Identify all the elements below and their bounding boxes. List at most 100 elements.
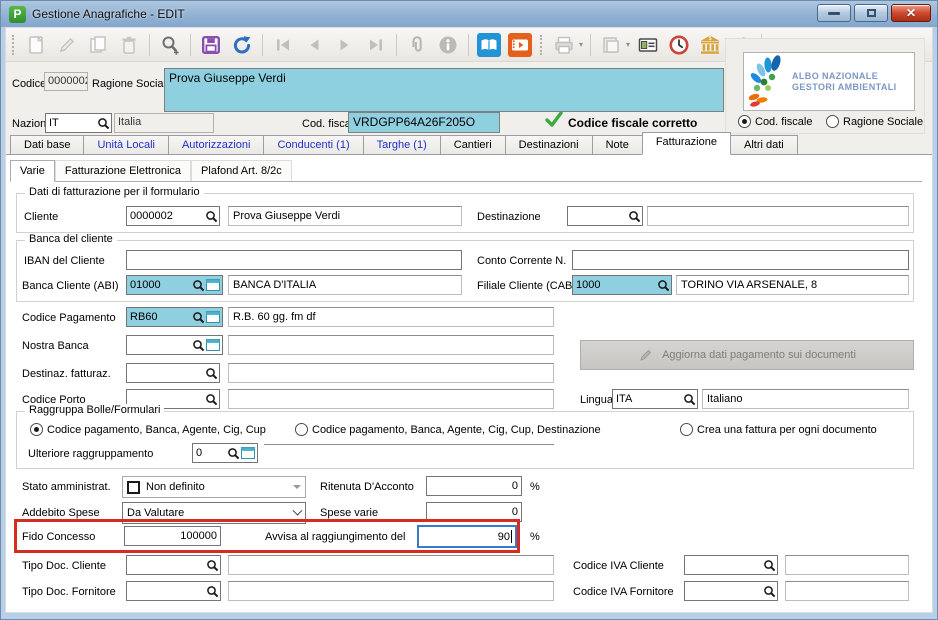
lookup-magnifier-icon[interactable]: [628, 210, 641, 223]
search-mode-ragione-sociale-label: Ragione Sociale: [843, 116, 923, 128]
lookup-magnifier-icon[interactable]: [97, 117, 110, 130]
ragione-sociale-label: Ragione Sociale: [92, 74, 172, 94]
subtab-plafond[interactable]: Plafond Art. 8/2c: [191, 160, 292, 181]
tab-note[interactable]: Note: [592, 135, 642, 155]
spese-varie-input[interactable]: [426, 502, 522, 522]
dropdown-arrow-icon[interactable]: [293, 485, 301, 489]
close-button[interactable]: ✕: [891, 4, 931, 22]
filiale-cab-lookup[interactable]: 1000: [572, 275, 672, 295]
video-tutorial-icon: [508, 33, 532, 57]
chevron-down-icon[interactable]: [293, 505, 303, 515]
spese-varie-label: Spese varie: [320, 503, 378, 523]
tab-altri-dati[interactable]: Altri dati: [731, 135, 798, 155]
lingua-desc: Italiano: [702, 389, 909, 409]
raggruppa-option-3[interactable]: Crea una fattura per ogni documento: [680, 423, 877, 436]
conto-corrente-input[interactable]: [572, 250, 909, 270]
search-icon: [159, 34, 181, 56]
lookup-magnifier-icon[interactable]: [192, 311, 205, 324]
tab-conducenti[interactable]: Conducenti (1): [263, 135, 362, 155]
lookup-magnifier-icon[interactable]: [206, 585, 219, 598]
destinaz-fatturaz-lookup[interactable]: [126, 363, 220, 383]
lingua-label: Lingua: [580, 390, 613, 410]
codice-pagamento-lookup[interactable]: RB60: [126, 307, 223, 327]
tab-dati-base[interactable]: Dati base: [10, 135, 83, 155]
toolbar-separator: [262, 34, 263, 56]
lookup-magnifier-icon[interactable]: [205, 393, 218, 406]
radio-icon[interactable]: [680, 423, 693, 436]
lookup-magnifier-icon[interactable]: [205, 210, 218, 223]
browse-window-icon[interactable]: [205, 311, 221, 323]
search-mode-cod-fiscale[interactable]: Cod. fiscale: [738, 115, 812, 128]
lookup-magnifier-icon[interactable]: [206, 559, 219, 572]
video-tutorial-button[interactable]: [507, 32, 533, 58]
tipo-doc-cliente-lookup[interactable]: [126, 555, 221, 575]
iva-cliente-lookup[interactable]: [684, 555, 778, 575]
manual-button[interactable]: [476, 32, 502, 58]
iva-fornitore-lookup[interactable]: [684, 581, 778, 601]
new-record-icon: [25, 34, 47, 56]
tab-fatturazione[interactable]: Fatturazione: [642, 132, 731, 155]
iva-cliente-label: Codice IVA Cliente: [573, 556, 664, 576]
maximize-button[interactable]: [854, 4, 888, 22]
window-controls: ✕: [817, 1, 931, 27]
subtab-varie[interactable]: Varie: [10, 160, 55, 182]
ritenuta-input[interactable]: [426, 476, 522, 496]
radio-selected-icon[interactable]: [738, 115, 751, 128]
ragione-sociale-field[interactable]: Prova Giuseppe Verdi: [164, 68, 724, 112]
browse-window-icon[interactable]: [205, 339, 221, 351]
browse-window-icon[interactable]: [205, 279, 221, 291]
contact-card-button[interactable]: [635, 32, 661, 58]
new-record-button: [23, 32, 49, 58]
addebito-spese-combo[interactable]: Da Valutare: [122, 502, 306, 524]
codice-label: Codice: [12, 74, 46, 94]
tipo-doc-fornitore-lookup[interactable]: [126, 581, 221, 601]
cod-fiscale-field[interactable]: VRDGPP64A26F205O: [348, 112, 500, 133]
cliente-lookup[interactable]: 0000002: [126, 206, 220, 226]
tab-unita-locali[interactable]: Unità Locali: [83, 135, 167, 155]
clock-button[interactable]: [666, 32, 692, 58]
codice-pagamento-label: Codice Pagamento: [22, 308, 116, 328]
tab-targhe[interactable]: Targhe (1): [363, 135, 440, 155]
refresh-button[interactable]: [229, 32, 255, 58]
iban-input[interactable]: [126, 250, 462, 270]
stato-amministrativo-combo[interactable]: Non definito: [122, 476, 306, 498]
tab-cantieri[interactable]: Cantieri: [440, 135, 505, 155]
lookup-magnifier-icon[interactable]: [192, 339, 205, 352]
avvisa-label: Avvisa al raggiungimento del: [265, 527, 405, 547]
destinazione-lookup[interactable]: [567, 206, 643, 226]
cod-fiscale-status: Codice fiscale corretto: [568, 113, 697, 133]
addebito-spese-value: Da Valutare: [127, 507, 184, 519]
radio-selected-icon[interactable]: [30, 423, 43, 436]
subtab-fatturazione-elettronica[interactable]: Fatturazione Elettronica: [55, 160, 191, 181]
lookup-magnifier-icon[interactable]: [763, 559, 776, 572]
avvisa-input[interactable]: 90: [417, 525, 517, 548]
search-mode-ragione-sociale[interactable]: Ragione Sociale: [826, 115, 923, 128]
checkbox-icon[interactable]: [127, 481, 140, 494]
cliente-desc: Prova Giuseppe Verdi: [228, 206, 462, 226]
tab-autorizzazioni[interactable]: Autorizzazioni: [168, 135, 263, 155]
raggruppa-option-2-label: Codice pagamento, Banca, Agente, Cig, Cu…: [312, 424, 601, 436]
lookup-magnifier-icon[interactable]: [657, 279, 670, 292]
radio-icon[interactable]: [295, 423, 308, 436]
lookup-magnifier-icon[interactable]: [683, 393, 696, 406]
raggruppa-option-2[interactable]: Codice pagamento, Banca, Agente, Cig, Cu…: [295, 423, 601, 436]
search-button[interactable]: [157, 32, 183, 58]
bank-button[interactable]: $: [697, 32, 723, 58]
save-button[interactable]: [198, 32, 224, 58]
toolbar-separator: [190, 34, 191, 56]
radio-icon[interactable]: [826, 115, 839, 128]
fido-concesso-input[interactable]: [124, 526, 221, 546]
banca-abi-lookup[interactable]: 01000: [126, 275, 223, 295]
lookup-magnifier-icon[interactable]: [227, 447, 240, 460]
lingua-lookup[interactable]: ITA: [612, 389, 698, 409]
minimize-button[interactable]: [817, 4, 851, 22]
lookup-magnifier-icon[interactable]: [192, 279, 205, 292]
raggruppa-option-1[interactable]: Codice pagamento, Banca, Agente, Cig, Cu…: [30, 423, 266, 436]
nazione-lookup[interactable]: IT: [45, 113, 112, 133]
lookup-magnifier-icon[interactable]: [763, 585, 776, 598]
nostra-banca-lookup[interactable]: [126, 335, 223, 355]
lookup-magnifier-icon[interactable]: [205, 367, 218, 380]
ulteriore-lookup[interactable]: 0: [192, 443, 258, 463]
browse-window-icon[interactable]: [240, 447, 256, 459]
tab-destinazioni[interactable]: Destinazioni: [505, 135, 592, 155]
